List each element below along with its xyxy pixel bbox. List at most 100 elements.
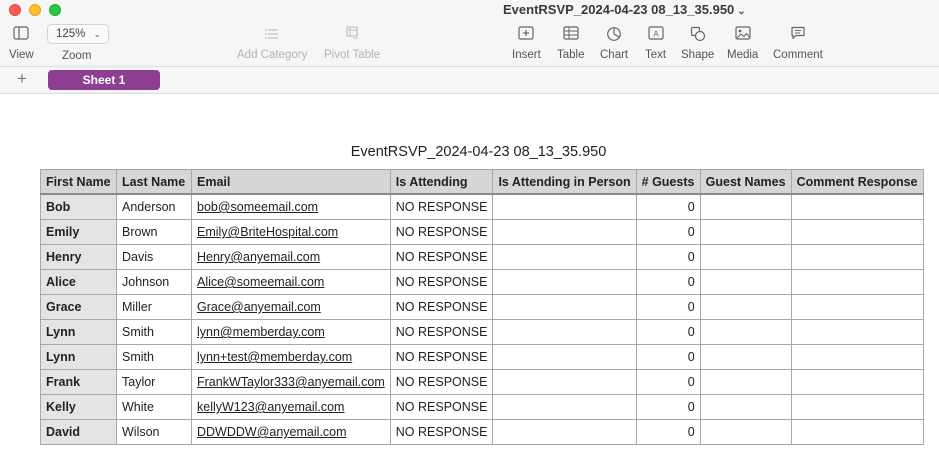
header-is-attending-in-person[interactable]: Is Attending in Person: [492, 169, 637, 195]
table-button[interactable]: Table: [557, 26, 585, 61]
header-guests[interactable]: # Guests: [635, 169, 701, 195]
email-cell[interactable]: bob@someemail.com: [191, 193, 391, 220]
header-is-attending[interactable]: Is Attending: [389, 169, 494, 195]
is-attending-cell[interactable]: NO RESPONSE: [389, 244, 494, 270]
comment-response-cell[interactable]: [790, 193, 924, 220]
header-first-name[interactable]: First Name: [40, 169, 117, 195]
comment-response-cell[interactable]: [790, 394, 924, 420]
header-comment-response[interactable]: Comment Response: [790, 169, 924, 195]
guest-names-cell[interactable]: [699, 219, 792, 245]
first-name-cell[interactable]: Bob: [40, 193, 117, 220]
table-row[interactable]: Lynn Smith lynn@memberday.com NO RESPONSE 0: [40, 319, 924, 345]
comment-response-cell[interactable]: [790, 319, 924, 345]
last-name-cell[interactable]: Smith: [116, 344, 192, 370]
shape-button[interactable]: Shape: [681, 26, 714, 61]
email-cell[interactable]: lynn+test@memberday.com: [191, 344, 391, 370]
attending-in-person-cell[interactable]: [492, 394, 637, 420]
comment-response-cell[interactable]: [790, 294, 924, 320]
last-name-cell[interactable]: Brown: [116, 219, 192, 245]
is-attending-cell[interactable]: NO RESPONSE: [389, 344, 494, 370]
document-title[interactable]: EventRSVP_2024-04-23 08_13_35.950 ⌄: [503, 2, 746, 17]
comment-response-cell[interactable]: [790, 369, 924, 395]
guest-names-cell[interactable]: [699, 244, 792, 270]
table-row[interactable]: Emily Brown Emily@BriteHospital.com NO RESP…: [40, 219, 924, 245]
last-name-cell[interactable]: Miller: [116, 294, 192, 320]
table-row[interactable]: Lynn Smith lynn+test@memberday.com NO RESPO…: [40, 344, 924, 370]
first-name-cell[interactable]: Henry: [40, 244, 117, 270]
first-name-cell[interactable]: Alice: [40, 269, 117, 295]
header-last-name[interactable]: Last Name: [116, 169, 192, 195]
media-button[interactable]: Media: [727, 26, 758, 61]
attending-in-person-cell[interactable]: [492, 294, 637, 320]
attending-in-person-cell[interactable]: [492, 369, 637, 395]
is-attending-cell[interactable]: NO RESPONSE: [389, 419, 494, 445]
chart-button[interactable]: Chart: [600, 26, 628, 61]
email-cell[interactable]: FrankWTaylor333@anyemail.com: [191, 369, 391, 395]
header-guest-names[interactable]: Guest Names: [699, 169, 792, 195]
zoom-select[interactable]: 125% ⌄: [47, 24, 109, 44]
table-row[interactable]: Kelly White kellyW123@anyemail.com NO RESPO…: [40, 394, 924, 420]
guests-count-cell[interactable]: 0: [635, 294, 701, 320]
table-row[interactable]: Bob Anderson bob@someemail.com NO RESPONSE 0: [40, 193, 924, 220]
email-cell[interactable]: Grace@anyemail.com: [191, 294, 391, 320]
guest-names-cell[interactable]: [699, 369, 792, 395]
is-attending-cell[interactable]: NO RESPONSE: [389, 193, 494, 220]
email-cell[interactable]: Emily@BriteHospital.com: [191, 219, 391, 245]
pivot-table-button[interactable]: Pivot Table: [324, 26, 380, 61]
comment-button[interactable]: Comment: [773, 26, 823, 61]
guests-count-cell[interactable]: 0: [635, 419, 701, 445]
first-name-cell[interactable]: Lynn: [40, 319, 117, 345]
guest-names-cell[interactable]: [699, 319, 792, 345]
first-name-cell[interactable]: Emily: [40, 219, 117, 245]
tab-sheet-1[interactable]: Sheet 1: [48, 70, 160, 90]
email-cell[interactable]: kellyW123@anyemail.com: [191, 394, 391, 420]
close-window-button[interactable]: [9, 4, 21, 16]
text-button[interactable]: A Text: [645, 26, 666, 61]
view-button[interactable]: View: [9, 26, 34, 61]
comment-response-cell[interactable]: [790, 219, 924, 245]
attending-in-person-cell[interactable]: [492, 193, 637, 220]
email-cell[interactable]: lynn@memberday.com: [191, 319, 391, 345]
minimize-window-button[interactable]: [29, 4, 41, 16]
first-name-cell[interactable]: Kelly: [40, 394, 117, 420]
guests-count-cell[interactable]: 0: [635, 369, 701, 395]
email-cell[interactable]: Henry@anyemail.com: [191, 244, 391, 270]
is-attending-cell[interactable]: NO RESPONSE: [389, 394, 494, 420]
guest-names-cell[interactable]: [699, 269, 792, 295]
guest-names-cell[interactable]: [699, 394, 792, 420]
is-attending-cell[interactable]: NO RESPONSE: [389, 294, 494, 320]
first-name-cell[interactable]: Grace: [40, 294, 117, 320]
attending-in-person-cell[interactable]: [492, 419, 637, 445]
guests-count-cell[interactable]: 0: [635, 319, 701, 345]
last-name-cell[interactable]: White: [116, 394, 192, 420]
table-row[interactable]: David Wilson DDWDDW@anyemail.com NO RESPONS…: [40, 419, 924, 445]
is-attending-cell[interactable]: NO RESPONSE: [389, 369, 494, 395]
first-name-cell[interactable]: David: [40, 419, 117, 445]
attending-in-person-cell[interactable]: [492, 319, 637, 345]
is-attending-cell[interactable]: NO RESPONSE: [389, 269, 494, 295]
table-row[interactable]: Grace Miller Grace@anyemail.com NO RESPONSE…: [40, 294, 924, 320]
table-row[interactable]: Henry Davis Henry@anyemail.com NO RESPONSE 0: [40, 244, 924, 270]
attending-in-person-cell[interactable]: [492, 244, 637, 270]
insert-button[interactable]: Insert: [512, 26, 541, 61]
guest-names-cell[interactable]: [699, 344, 792, 370]
guests-count-cell[interactable]: 0: [635, 344, 701, 370]
email-cell[interactable]: Alice@someemail.com: [191, 269, 391, 295]
first-name-cell[interactable]: Frank: [40, 369, 117, 395]
comment-response-cell[interactable]: [790, 244, 924, 270]
table-row[interactable]: Frank Taylor FrankWTaylor333@anyemail.com N…: [40, 369, 924, 395]
first-name-cell[interactable]: Lynn: [40, 344, 117, 370]
guest-names-cell[interactable]: [699, 419, 792, 445]
last-name-cell[interactable]: Wilson: [116, 419, 192, 445]
attending-in-person-cell[interactable]: [492, 219, 637, 245]
last-name-cell[interactable]: Smith: [116, 319, 192, 345]
comment-response-cell[interactable]: [790, 419, 924, 445]
guests-count-cell[interactable]: 0: [635, 269, 701, 295]
attending-in-person-cell[interactable]: [492, 344, 637, 370]
header-email[interactable]: Email: [191, 169, 391, 195]
guests-count-cell[interactable]: 0: [635, 193, 701, 220]
last-name-cell[interactable]: Anderson: [116, 193, 192, 220]
attending-in-person-cell[interactable]: [492, 269, 637, 295]
guest-names-cell[interactable]: [699, 294, 792, 320]
guests-count-cell[interactable]: 0: [635, 394, 701, 420]
